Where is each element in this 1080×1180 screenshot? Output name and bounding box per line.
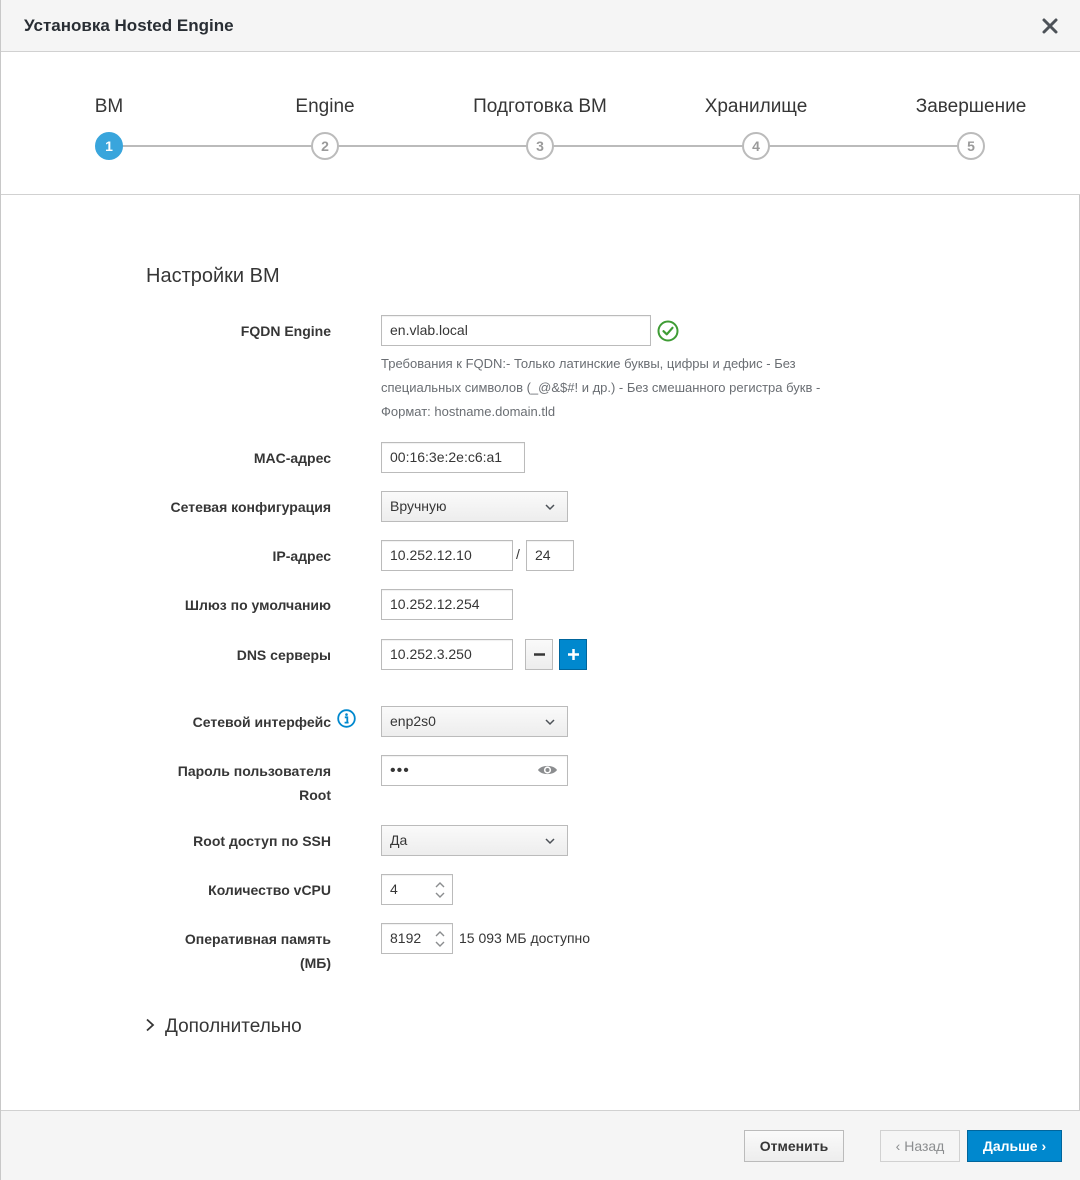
ip-input[interactable]: 10.252.12.10 bbox=[381, 540, 513, 571]
help-line: специальных символов (_@&$#! и др.) - Бе… bbox=[381, 380, 821, 395]
step-label: Engine bbox=[295, 96, 355, 117]
step-number: 4 bbox=[742, 132, 770, 160]
help-line: Требования к FQDN:- Только латинские бук… bbox=[381, 356, 796, 371]
chevron-down-icon bbox=[545, 719, 555, 726]
step-label: ВМ bbox=[94, 96, 124, 117]
step-number: 3 bbox=[526, 132, 554, 160]
vcpu-value: 4 bbox=[390, 881, 398, 897]
label-line: Оперативная память bbox=[184, 931, 331, 947]
step-number: 5 bbox=[957, 132, 985, 160]
close-button[interactable] bbox=[1037, 13, 1063, 39]
section-title: Настройки ВМ bbox=[146, 265, 280, 287]
memory-input[interactable]: 8192 bbox=[381, 923, 453, 954]
interface-select[interactable]: enp2s0 bbox=[381, 706, 568, 737]
advanced-toggle[interactable]: Дополнительно bbox=[145, 1016, 302, 1038]
mac-label: MAC-адрес bbox=[253, 450, 331, 466]
memory-value: 8192 bbox=[390, 930, 422, 946]
ip-prefix-input[interactable]: 24 bbox=[526, 540, 574, 571]
dialog: Установка Hosted Engine ВМ 1 Engine 2 По… bbox=[0, 0, 1080, 1180]
stepper-arrows-icon[interactable] bbox=[434, 879, 446, 901]
fqdn-input[interactable]: en.vlab.local bbox=[381, 315, 651, 346]
memory-available-text: 15 093 МБ доступно bbox=[459, 930, 591, 946]
network-config-label: Сетевая конфигурация bbox=[170, 499, 331, 515]
vcpu-input[interactable]: 4 bbox=[381, 874, 453, 905]
dns-input[interactable]: 10.252.3.250 bbox=[381, 639, 513, 670]
step-label: Завершение bbox=[915, 96, 1027, 117]
chevron-right-icon bbox=[146, 1019, 155, 1032]
fqdn-label: FQDN Engine bbox=[240, 323, 331, 339]
step-number: 2 bbox=[311, 132, 339, 160]
stepper-arrows-icon[interactable] bbox=[434, 928, 446, 950]
network-config-value: Вручную bbox=[390, 498, 447, 514]
root-password-label: Пароль пользователя Root bbox=[178, 759, 331, 807]
minus-icon bbox=[534, 653, 545, 656]
valid-check-icon bbox=[657, 320, 679, 342]
step-label: Хранилище bbox=[704, 96, 808, 117]
ip-label: IP-адрес bbox=[272, 548, 331, 564]
info-icon[interactable] bbox=[337, 709, 356, 728]
advanced-label: Дополнительно bbox=[165, 1016, 302, 1037]
cancel-button[interactable]: Отменить bbox=[744, 1130, 844, 1162]
label-line: Пароль пользователя bbox=[177, 763, 331, 779]
network-config-select[interactable]: Вручную bbox=[381, 491, 568, 522]
dialog-title: Установка Hosted Engine bbox=[24, 16, 234, 35]
vcpu-label: Количество vCPU bbox=[208, 882, 331, 898]
label-line: Root bbox=[299, 787, 331, 803]
chevron-down-icon bbox=[545, 838, 555, 845]
fqdn-help-text: Требования к FQDN:- Только латинские бук… bbox=[381, 352, 861, 424]
plus-icon bbox=[568, 649, 579, 660]
memory-label: Оперативная память (МБ) bbox=[185, 927, 331, 975]
step-number: 1 bbox=[95, 132, 123, 160]
interface-label: Сетевой интерфейс bbox=[192, 714, 331, 730]
ssh-select[interactable]: Да bbox=[381, 825, 568, 856]
gateway-label: Шлюз по умолчанию bbox=[184, 597, 331, 613]
chevron-down-icon bbox=[545, 504, 555, 511]
ssh-label: Root доступ по SSH bbox=[193, 833, 331, 849]
add-dns-button[interactable] bbox=[559, 639, 587, 670]
ssh-value: Да bbox=[390, 832, 408, 848]
wizard-steps: ВМ 1 Engine 2 Подготовка ВМ 3 Хранилище … bbox=[1, 52, 1080, 195]
ip-separator: / bbox=[516, 546, 520, 562]
label-line: (МБ) bbox=[299, 955, 331, 971]
dns-label: DNS серверы bbox=[236, 647, 331, 663]
next-button[interactable]: Дальше › bbox=[967, 1130, 1062, 1162]
back-button[interactable]: ‹ Назад bbox=[880, 1130, 960, 1162]
mac-input[interactable]: 00:16:3e:2e:c6:a1 bbox=[381, 442, 525, 473]
eye-icon[interactable] bbox=[537, 763, 558, 777]
gateway-input[interactable]: 10.252.12.254 bbox=[381, 589, 513, 620]
remove-dns-button[interactable] bbox=[525, 639, 553, 670]
close-icon bbox=[1042, 18, 1058, 34]
dialog-header: Установка Hosted Engine bbox=[1, 0, 1080, 52]
dialog-footer: Отменить ‹ Назад Дальше › bbox=[1, 1110, 1080, 1180]
interface-value: enp2s0 bbox=[390, 713, 436, 729]
step-label: Подготовка ВМ bbox=[473, 96, 607, 117]
help-line: Формат: hostname.domain.tld bbox=[381, 404, 556, 419]
